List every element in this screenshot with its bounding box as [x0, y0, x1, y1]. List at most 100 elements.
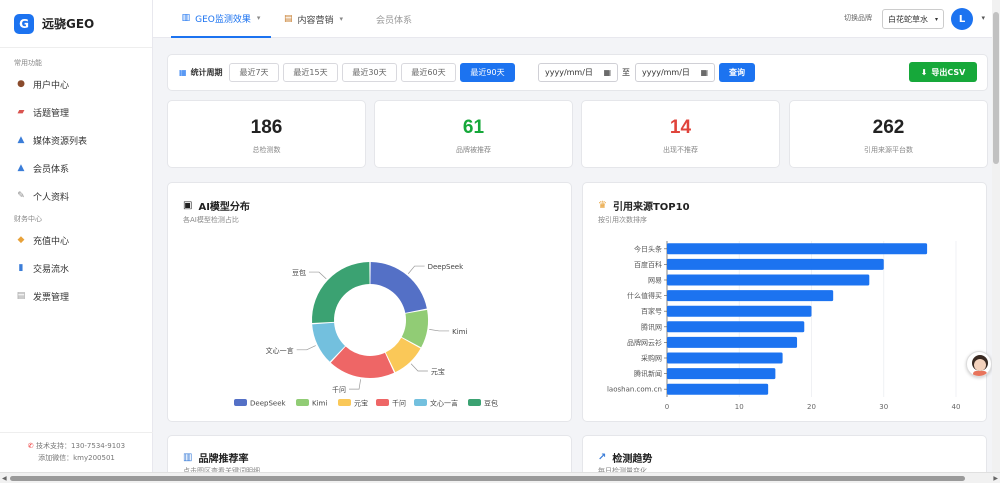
horizontal-scroll-thumb[interactable]	[10, 476, 965, 481]
sidebar-item-profile[interactable]: ✎ 个人资料	[0, 182, 152, 210]
stat-label: 品牌被推荐	[456, 146, 491, 154]
donut-slice-3[interactable]	[330, 346, 395, 378]
source-bar[interactable]	[667, 274, 870, 286]
legend-label[interactable]: 豆包	[484, 399, 498, 408]
stat-card-recommended: 61 品牌被推荐	[374, 100, 573, 168]
source-top10-chart-card: ♛ 引用来源TOP10 按引用次数排序 0 10 20 30 40 今日头条 百度百科 网易什…	[582, 182, 987, 422]
period-7-days-button[interactable]: 最近7天	[229, 63, 279, 82]
export-csv-button[interactable]: ⬇ 导出CSV	[909, 62, 977, 82]
y-category-label: 腾讯新闻	[634, 369, 662, 378]
source-bar[interactable]	[667, 290, 834, 302]
sidebar-item-topics[interactable]: ▰ 话题管理	[0, 98, 152, 126]
sidebar-item-label: 媒体资源列表	[33, 136, 88, 147]
ai-model-chart-card: ▣ AI模型分布 各AI模型检测占比 DeepSeek Kimi 元宝 千问 文心一言豆…	[167, 182, 572, 422]
source-bar[interactable]	[667, 336, 798, 348]
legend-swatch[interactable]	[376, 399, 389, 406]
sidebar-item-transactions[interactable]: ▮ 交易流水	[0, 254, 152, 282]
download-icon: ⬇	[920, 67, 928, 77]
chevron-down-icon: ▾	[339, 15, 344, 23]
section-title-finance: 财务中心	[14, 215, 42, 223]
sidebar-item-media[interactable]: ▲ 媒体资源列表	[0, 126, 152, 154]
donut-slice-label: DeepSeek	[428, 263, 465, 271]
source-bar[interactable]	[667, 383, 769, 395]
period-90-days-button[interactable]: 最近90天	[460, 63, 515, 82]
brand-switch-label: 切换品牌	[844, 14, 872, 22]
source-bar[interactable]	[667, 368, 776, 380]
donut-slice-label: Kimi	[452, 328, 467, 336]
y-category-label: 网易	[648, 277, 662, 285]
period-30-days-button[interactable]: 最近30天	[342, 63, 397, 82]
chevron-down-icon[interactable]: ▾	[981, 14, 985, 22]
calendar-icon: ▦	[700, 68, 708, 77]
period-60-days-button[interactable]: 最近60天	[401, 63, 456, 82]
phone-icon: ✆	[27, 442, 34, 450]
source-bar[interactable]	[667, 321, 805, 333]
donut-label-line	[407, 265, 425, 274]
start-date-placeholder: yyyy/mm/日	[545, 68, 593, 77]
user-avatar[interactable]: L	[951, 8, 973, 30]
chart-title-text: 检测趋势	[612, 454, 653, 465]
chart-title: ▥ 品牌推荐率	[183, 450, 248, 465]
tab-content-marketing[interactable]: ▤ 内容营销 ▾	[284, 0, 343, 38]
source-bar[interactable]	[667, 258, 884, 270]
calendar-icon: ▦	[603, 68, 611, 77]
legend-label[interactable]: 文心一言	[430, 399, 458, 408]
assistant-avatar-button[interactable]	[966, 351, 992, 377]
legend-swatch[interactable]	[296, 399, 309, 406]
end-date-placeholder: yyyy/mm/日	[642, 68, 690, 77]
section-title-common: 常用功能	[14, 59, 42, 67]
period-15-days-button[interactable]: 最近15天	[283, 63, 338, 82]
donut-label-line	[429, 329, 450, 332]
trend-icon: ↗	[598, 452, 607, 463]
calendar-icon: ▦	[179, 68, 187, 77]
legend-label[interactable]: DeepSeek	[250, 400, 287, 408]
source-bar[interactable]	[667, 352, 783, 364]
vertical-scroll-thumb[interactable]	[993, 12, 999, 164]
legend-label[interactable]: Kimi	[312, 400, 327, 408]
stat-label: 总检测数	[252, 146, 281, 154]
stat-value: 186	[250, 117, 283, 138]
donut-label-line	[410, 363, 428, 372]
sidebar-item-label: 发票管理	[33, 292, 70, 303]
legend-swatch[interactable]	[414, 399, 427, 406]
sidebar-item-membership[interactable]: ▲ 会员体系	[0, 154, 152, 182]
legend-swatch[interactable]	[234, 399, 247, 406]
sidebar-item-label: 会员体系	[33, 164, 70, 175]
sidebar-item-recharge[interactable]: ◆ 充值中心	[0, 226, 152, 254]
tab-geo-monitoring[interactable]: ▥ GEO监测效果 ▾	[171, 0, 271, 38]
y-category-label: 今日头条	[634, 244, 662, 253]
sidebar-item-user-center[interactable]: ● 用户中心	[0, 70, 152, 98]
stat-card-source-platforms: 262 引用来源平台数	[789, 100, 988, 168]
legend-swatch[interactable]	[468, 399, 481, 406]
scroll-right-arrow[interactable]: ▶	[993, 475, 998, 482]
brand-selected-value: 白花蛇草水	[888, 14, 928, 24]
vertical-scrollbar[interactable]	[992, 0, 1000, 472]
scroll-left-arrow[interactable]: ◀	[2, 475, 7, 482]
donut-slice-5[interactable]	[312, 262, 370, 323]
end-date-input[interactable]: yyyy/mm/日 ▦	[635, 63, 715, 82]
sidebar-item-invoice[interactable]: ▤ 发票管理	[0, 282, 152, 310]
sidebar-item-label: 交易流水	[33, 264, 70, 275]
source-bar[interactable]	[667, 305, 812, 317]
app-name: 远骁GEO	[42, 17, 95, 31]
legend-label[interactable]: 千问	[392, 399, 406, 408]
legend-swatch[interactable]	[338, 399, 351, 406]
tab-membership[interactable]: 会员体系	[376, 0, 412, 38]
brand-select[interactable]: 白花蛇草水 ▾	[882, 9, 944, 29]
y-category-label: 百家号	[641, 307, 662, 316]
sidebar-item-label: 用户中心	[33, 80, 70, 91]
source-bar[interactable]	[667, 243, 928, 255]
horizontal-scrollbar[interactable]: ◀ ▶	[0, 472, 1000, 483]
start-date-input[interactable]: yyyy/mm/日 ▦	[538, 63, 618, 82]
chevron-down-icon: ▾	[256, 14, 261, 22]
stat-label: 出现不推荐	[663, 146, 698, 154]
donut-slice-label: 元宝	[431, 367, 445, 376]
query-button[interactable]: 查询	[719, 63, 755, 82]
logo[interactable]: G 远骁GEO	[0, 0, 152, 48]
donut-slice-label: 千问	[332, 385, 346, 394]
donut-slice-0[interactable]	[370, 262, 427, 313]
legend-label[interactable]: 元宝	[354, 399, 368, 408]
recharge-icon: ◆	[17, 235, 25, 245]
tab-label: 内容营销	[297, 15, 334, 26]
chart-icon: ▥	[181, 13, 191, 23]
